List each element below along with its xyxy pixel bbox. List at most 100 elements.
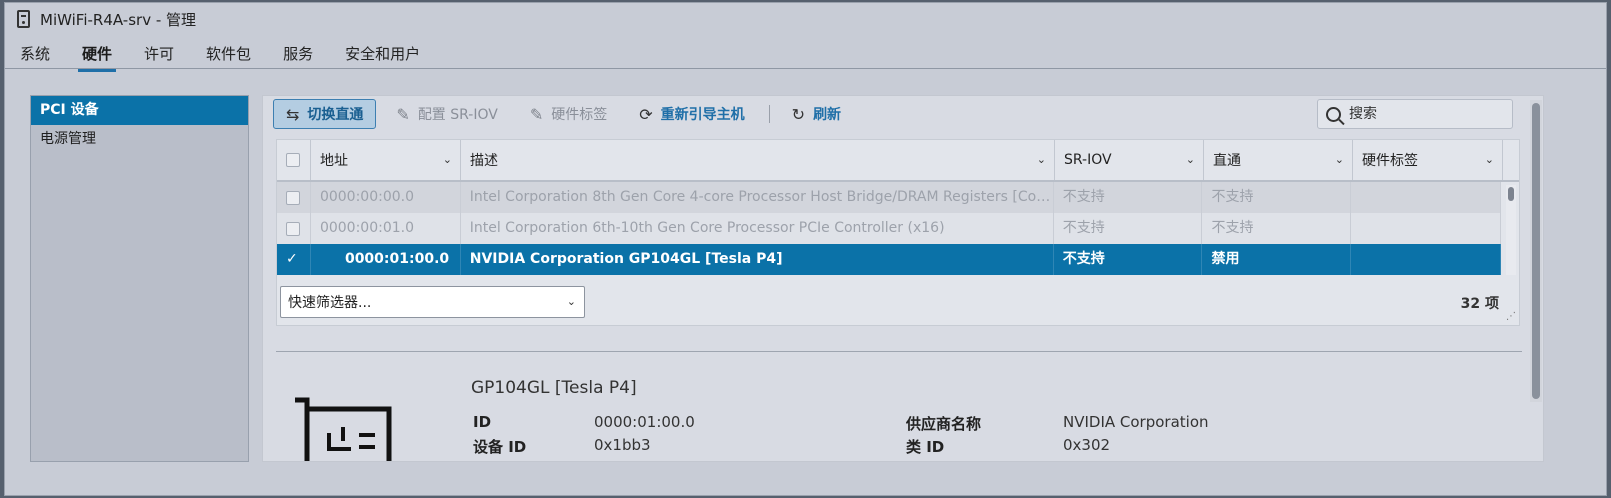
search-icon bbox=[1326, 106, 1341, 122]
tab-hardware[interactable]: 硬件 bbox=[78, 37, 117, 72]
hardware-label-label: 硬件标签 bbox=[551, 107, 608, 123]
grid-scrollbar[interactable] bbox=[1506, 185, 1516, 275]
row-checkbox[interactable] bbox=[286, 221, 300, 236]
chevron-down-icon[interactable]: ⌄ bbox=[1037, 153, 1046, 166]
column-header-description[interactable]: 描述 ⌄ bbox=[461, 140, 1055, 180]
select-all-cell bbox=[277, 140, 311, 180]
pci-device-grid: 地址 ⌄ 描述 ⌄ SR-IOV ⌄ 直通 ⌄ 硬件标签 ⌄ 0000:00:0… bbox=[276, 139, 1520, 326]
device-id-value: 0x1bb3 bbox=[594, 436, 651, 454]
refresh-icon: ↻ bbox=[791, 104, 806, 124]
chevron-down-icon[interactable]: ⌄ bbox=[1186, 153, 1195, 166]
titlebar: MiWiFi-R4A-srv - 管理 bbox=[5, 3, 1606, 35]
toolbar-divider bbox=[768, 105, 770, 123]
cell-address: 0000:01:00.0 bbox=[311, 244, 461, 275]
class-id-value: 0x302 bbox=[1063, 436, 1111, 454]
cell-address: 0000:00:01.0 bbox=[311, 213, 461, 244]
device-id-label: 设备 ID bbox=[473, 438, 527, 456]
id-value: 0000:01:00.0 bbox=[594, 413, 695, 431]
row-select-cell bbox=[277, 213, 311, 244]
window-title: MiWiFi-R4A-srv - 管理 bbox=[40, 10, 197, 29]
cell-passthrough: 不支持 bbox=[1202, 213, 1352, 244]
configure-sriov-button[interactable]: ✎ 配置 SR-IOV bbox=[384, 99, 509, 129]
reboot-host-button[interactable]: ⟳ 重新引导主机 bbox=[627, 99, 756, 129]
row-select-cell bbox=[277, 182, 311, 213]
column-header-hardware-label[interactable]: 硬件标签 ⌄ bbox=[1353, 140, 1503, 180]
host-manage-window: MiWiFi-R4A-srv - 管理 系统 硬件 许可 软件包 服务 安全和用… bbox=[4, 2, 1607, 496]
grid-scrollbar-thumb[interactable] bbox=[1508, 187, 1514, 201]
tab-license[interactable]: 许可 bbox=[140, 37, 178, 72]
column-header-passthrough[interactable]: 直通 ⌄ bbox=[1204, 140, 1353, 180]
tab-packages[interactable]: 软件包 bbox=[202, 37, 255, 72]
chevron-down-icon[interactable]: ⌄ bbox=[1335, 153, 1344, 166]
grid-header: 地址 ⌄ 描述 ⌄ SR-IOV ⌄ 直通 ⌄ 硬件标签 ⌄ bbox=[277, 140, 1519, 182]
cell-sriov: 不支持 bbox=[1054, 244, 1203, 275]
refresh-label: 刷新 bbox=[813, 107, 842, 123]
section-divider bbox=[276, 351, 1522, 352]
cell-sriov: 不支持 bbox=[1054, 213, 1203, 244]
swap-arrows-icon: ⇆ bbox=[286, 104, 300, 124]
table-row[interactable]: 0000:00:01.0 Intel Corporation 6th-10th … bbox=[277, 213, 1501, 244]
column-passthrough-label: 直通 bbox=[1213, 153, 1241, 169]
class-id-label: 类 ID bbox=[906, 438, 945, 456]
cell-passthrough: 禁用 bbox=[1202, 244, 1352, 275]
chevron-down-icon: ⌄ bbox=[566, 295, 576, 308]
cell-description: Intel Corporation 6th-10th Gen Core Proc… bbox=[461, 213, 1054, 244]
column-header-sriov[interactable]: SR-IOV ⌄ bbox=[1055, 140, 1204, 180]
quick-filter-dropdown[interactable]: 快速筛选器... ⌄ bbox=[280, 286, 585, 318]
pencil-icon: ✎ bbox=[529, 104, 544, 124]
sidebar-item-pci-devices[interactable]: PCI 设备 bbox=[31, 96, 248, 125]
item-count: 32 项 bbox=[1460, 296, 1499, 312]
pci-card-icon bbox=[295, 397, 392, 461]
chevron-down-icon[interactable]: ⌄ bbox=[1485, 153, 1494, 166]
toggle-passthrough-label: 切换直通 bbox=[307, 107, 364, 123]
column-description-label: 描述 bbox=[470, 153, 498, 169]
cell-description: NVIDIA Corporation GP104GL [Tesla P4] bbox=[461, 244, 1054, 275]
search-box[interactable] bbox=[1317, 99, 1513, 129]
configure-sriov-label: 配置 SR-IOV bbox=[417, 107, 498, 123]
hardware-sidebar: PCI 设备 电源管理 bbox=[30, 95, 249, 462]
resize-handle-icon[interactable]: ⋰ bbox=[1506, 311, 1516, 322]
vendor-name-label: 供应商名称 bbox=[906, 415, 982, 433]
vendor-name-value: NVIDIA Corporation bbox=[1063, 413, 1209, 431]
pencil-icon: ✎ bbox=[396, 104, 410, 124]
grid-rows: 0000:00:00.0 Intel Corporation 8th Gen C… bbox=[277, 182, 1501, 276]
refresh-button[interactable]: ↻ 刷新 bbox=[780, 99, 853, 129]
row-select-cell: ✓ bbox=[277, 244, 311, 275]
chevron-down-icon[interactable]: ⌄ bbox=[443, 153, 452, 166]
cell-description: Intel Corporation 8th Gen Core 4-core Pr… bbox=[461, 182, 1054, 213]
cell-hardware-label bbox=[1351, 213, 1501, 244]
panel-scrollbar-thumb[interactable] bbox=[1532, 103, 1540, 399]
panel-scrollbar[interactable] bbox=[1530, 100, 1542, 402]
cell-hardware-label bbox=[1351, 182, 1501, 213]
device-title: GP104GL [Tesla P4] bbox=[471, 378, 637, 398]
checkmark-icon[interactable]: ✓ bbox=[286, 244, 298, 275]
id-label: ID bbox=[473, 413, 492, 431]
cell-passthrough: 不支持 bbox=[1202, 182, 1352, 213]
pci-devices-panel: ⇆ 切换直通 ✎ 配置 SR-IOV ✎ 硬件标签 ⟳ 重新引导主机 ↻ 刷新 bbox=[262, 95, 1544, 462]
table-row[interactable]: 0000:00:00.0 Intel Corporation 8th Gen C… bbox=[277, 182, 1501, 213]
server-icon bbox=[17, 10, 30, 28]
quick-filter-label: 快速筛选器... bbox=[288, 295, 372, 311]
column-address-label: 地址 bbox=[320, 153, 348, 169]
cell-hardware-label bbox=[1351, 244, 1501, 275]
reboot-host-label: 重新引导主机 bbox=[660, 107, 745, 123]
column-header-address[interactable]: 地址 ⌄ bbox=[311, 140, 461, 180]
cell-sriov: 不支持 bbox=[1054, 182, 1203, 213]
column-sriov-label: SR-IOV bbox=[1064, 152, 1112, 168]
row-checkbox[interactable] bbox=[286, 190, 300, 205]
table-row-selected[interactable]: ✓ 0000:01:00.0 NVIDIA Corporation GP104G… bbox=[277, 244, 1501, 275]
main-tabs: 系统 硬件 许可 软件包 服务 安全和用户 bbox=[5, 37, 1606, 72]
hardware-label-button[interactable]: ✎ 硬件标签 bbox=[518, 99, 619, 129]
tab-system[interactable]: 系统 bbox=[16, 37, 54, 72]
select-all-checkbox[interactable] bbox=[286, 153, 300, 167]
grid-footer: 快速筛选器... ⌄ 32 项 ⋰ bbox=[277, 279, 1519, 325]
search-input[interactable] bbox=[1349, 106, 1499, 122]
cell-address: 0000:00:00.0 bbox=[311, 182, 461, 213]
reboot-host-icon: ⟳ bbox=[639, 104, 653, 124]
toggle-passthrough-button[interactable]: ⇆ 切换直通 bbox=[273, 99, 377, 129]
tab-security-users[interactable]: 安全和用户 bbox=[341, 37, 424, 72]
column-hardware-label-label: 硬件标签 bbox=[1362, 153, 1418, 169]
sidebar-item-power-management[interactable]: 电源管理 bbox=[31, 125, 248, 154]
tab-services[interactable]: 服务 bbox=[279, 37, 317, 72]
toolbar: ⇆ 切换直通 ✎ 配置 SR-IOV ✎ 硬件标签 ⟳ 重新引导主机 ↻ 刷新 bbox=[273, 98, 1513, 130]
